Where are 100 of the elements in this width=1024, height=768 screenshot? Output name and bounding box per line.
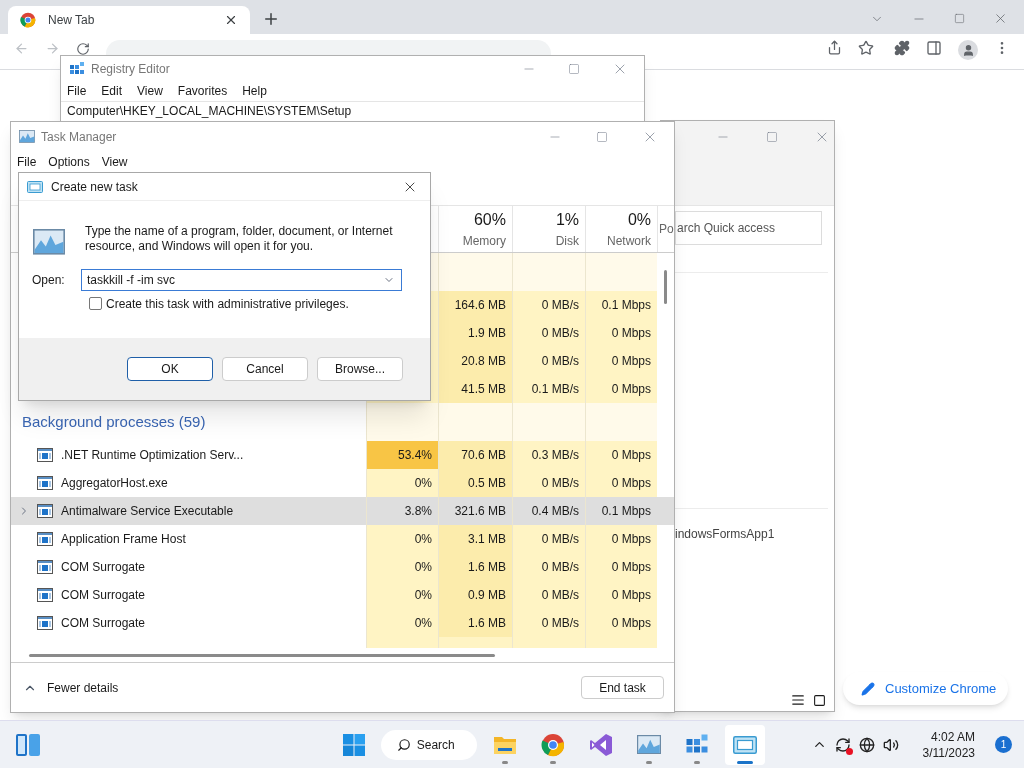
window-app-icon — [37, 476, 53, 490]
horizontal-scrollbar[interactable] — [29, 653, 495, 657]
column-usage: 60% — [473, 210, 506, 230]
table-cell — [366, 403, 438, 441]
open-label: Open: — [31, 271, 66, 289]
start-icon[interactable] — [342, 733, 365, 756]
group-heading: Background processes (59) — [22, 411, 206, 432]
table-cell — [585, 637, 657, 648]
dialog-message: Type the name of a program, folder, document, or Internet resource, and Windows will open it for you. — [85, 224, 394, 255]
tiles-view-icon[interactable] — [813, 693, 826, 707]
sync-icon[interactable] — [834, 736, 851, 753]
customize-chrome-button[interactable]: Customize Chrome — [843, 672, 1008, 705]
process-name: .NET Runtime Optimization Serv... — [61, 447, 244, 464]
side-panel-icon[interactable] — [926, 40, 942, 56]
column-header[interactable]: Memory — [462, 232, 506, 250]
bookmark-star-icon[interactable] — [858, 40, 874, 56]
tab-title: New Tab — [48, 12, 96, 29]
end-task-button[interactable]: End task — [581, 676, 664, 699]
taskbar-search[interactable]: Search — [380, 729, 477, 760]
file-name[interactable]: indowsFormsApp1 — [675, 527, 775, 541]
table-cell: 0 MB/s — [512, 553, 585, 581]
column-header[interactable]: Po — [659, 220, 674, 238]
infinity-logo-icon — [588, 732, 613, 757]
address-path[interactable]: Computer\HKEY_LOCAL_MACHINE\SYSTEM\Setup — [67, 101, 352, 120]
menu-item[interactable]: View — [137, 82, 163, 100]
dialog-button[interactable]: OK — [127, 357, 213, 381]
process-row[interactable]: COM Surrogate 0% 0.9 MB 0 MB/s 0 Mbps — [11, 581, 674, 609]
process-row[interactable]: COM Surrogate 0% 1.6 MB 0 MB/s 0 Mbps — [11, 553, 674, 581]
share-icon[interactable] — [827, 40, 842, 55]
window-app-icon — [37, 560, 53, 574]
process-name: COM Surrogate — [61, 587, 146, 604]
table-cell: 0% — [366, 581, 438, 609]
command-text: taskkill -f -im svc — [87, 271, 176, 289]
process-name: COM Surrogate — [61, 615, 146, 632]
menu-item[interactable]: Favorites — [177, 82, 228, 100]
window-title: Task Manager — [41, 128, 118, 146]
fewer-details-link[interactable]: Fewer details — [47, 678, 581, 697]
table-cell: 0% — [366, 525, 438, 553]
window-app-icon — [37, 448, 53, 462]
window-icon — [732, 735, 757, 754]
menu-item[interactable]: Options — [48, 153, 90, 171]
clock-date[interactable]: 3/11/2023 — [922, 744, 975, 761]
table-cell: 0 MB/s — [512, 525, 585, 553]
menu-item[interactable]: View — [101, 153, 128, 171]
table-cell: 0% — [366, 469, 438, 497]
menu-item[interactable]: File — [17, 153, 37, 171]
network-icon[interactable] — [858, 736, 875, 753]
column-header[interactable]: Network — [607, 232, 651, 250]
widgets-icon[interactable] — [15, 732, 41, 757]
table-cell: 0 Mbps — [585, 347, 657, 375]
profile-avatar[interactable] — [958, 40, 978, 60]
column-usage: 0% — [627, 210, 651, 230]
table-cell: 0 Mbps — [585, 441, 657, 469]
graph-icon — [33, 229, 65, 255]
close-icon[interactable] — [224, 13, 238, 27]
vertical-scrollbar[interactable] — [664, 270, 667, 304]
process-row[interactable]: Antimalware Service Executable 3.8% 321.6 MB 0.4 MB/s 0.1 Mbps — [11, 497, 674, 525]
details-view-icon[interactable] — [791, 693, 805, 707]
admin-checkbox[interactable] — [89, 297, 102, 311]
dialog-button[interactable]: Browse... — [317, 357, 403, 381]
column-header[interactable]: Disk — [555, 232, 579, 250]
process-row[interactable]: .NET Runtime Optimization Serv... 53.4% 70.6 MB 0.3 MB/s 0 Mbps — [11, 441, 674, 469]
volume-icon[interactable] — [882, 736, 899, 753]
browser-tab[interactable]: New Tab — [8, 6, 250, 34]
menu-item[interactable]: File — [67, 82, 87, 100]
table-cell: 0 Mbps — [585, 375, 657, 403]
dialog-button[interactable]: Cancel — [222, 357, 308, 381]
table-cell: 0 Mbps — [585, 581, 657, 609]
process-row[interactable]: COM Surrogate 0% 1.6 MB 0 MB/s 0 Mbps — [11, 609, 674, 637]
browser-logo-icon — [540, 732, 565, 757]
menu-item[interactable]: Edit — [101, 82, 123, 100]
window-app-icon — [37, 616, 53, 630]
table-cell: 0 MB/s — [512, 581, 585, 609]
process-row[interactable]: Application Frame Host 0% 3.1 MB 0 MB/s 0 Mbps — [11, 525, 674, 553]
table-cell: 0.1 MB/s — [512, 375, 585, 403]
table-cell: 0.9 MB — [438, 581, 512, 609]
registry-icon — [69, 60, 85, 77]
notification-badge[interactable]: 1 — [995, 736, 1012, 753]
table-cell: 1.9 MB — [438, 319, 512, 347]
table-cell: 0.3 MB/s — [512, 441, 585, 469]
new-tab-icon[interactable] — [262, 10, 280, 28]
taskbar-app[interactable] — [724, 724, 765, 765]
table-cell — [585, 253, 657, 291]
table-cell: 0 MB/s — [512, 469, 585, 497]
table-cell: 0 MB/s — [512, 291, 585, 319]
running-indicator — [693, 760, 700, 764]
task-manager-icon — [19, 130, 35, 143]
process-row[interactable]: AggregatorHost.exe 0% 0.5 MB 0 MB/s 0 Mbps — [11, 469, 674, 497]
search-field[interactable]: arch Quick access — [675, 211, 822, 245]
table-cell: 0 MB/s — [512, 319, 585, 347]
extensions-icon[interactable] — [894, 40, 910, 56]
command-combo-box[interactable]: taskkill -f -im svc — [81, 268, 402, 291]
table-cell: 0 Mbps — [585, 319, 657, 347]
menu-item[interactable]: Help — [242, 82, 267, 100]
reload-icon[interactable] — [76, 42, 90, 56]
clock-time[interactable]: 4:02 AM — [930, 728, 975, 745]
running-indicator — [736, 760, 753, 764]
chrome-logo-icon — [20, 12, 36, 28]
table-cell: 0 MB/s — [512, 347, 585, 375]
process-name: Application Frame Host — [61, 531, 186, 548]
